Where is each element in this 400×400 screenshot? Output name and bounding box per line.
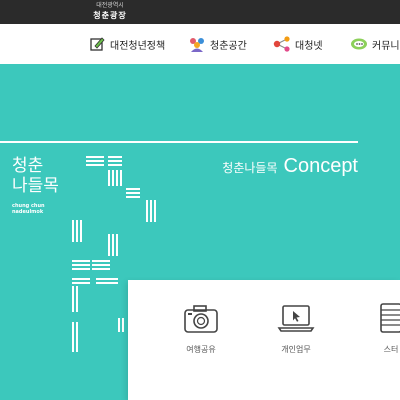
people-icon bbox=[188, 35, 206, 53]
service-personal-work[interactable]: 개인업무 bbox=[251, 298, 341, 355]
service-label: 스터 bbox=[383, 345, 399, 354]
hero-title-line2: 나들목 bbox=[12, 176, 59, 196]
network-icon bbox=[273, 35, 291, 53]
service-study[interactable]: 스터 bbox=[346, 298, 400, 355]
hero-romanized-line2: nadeulmok bbox=[12, 209, 44, 215]
nav-item-policy[interactable]: 대전청년정책 bbox=[88, 35, 165, 53]
laptop-icon bbox=[276, 298, 316, 338]
service-label: 여행공유 bbox=[186, 345, 216, 354]
logo-subtitle: 대전광역시 bbox=[96, 2, 124, 9]
services-panel: 여행공유 개인업무 스터 bbox=[128, 280, 400, 400]
hero-divider bbox=[0, 141, 358, 143]
concept-heading-ko: 청춘나들목 bbox=[222, 161, 278, 175]
top-bar: 대전광역시 청춘광장 bbox=[0, 0, 400, 24]
nav-item-network[interactable]: 대청넷 bbox=[273, 35, 323, 53]
hero-romanized: chung chun nadeulmok bbox=[12, 203, 45, 215]
hero-title: 청춘 나들목 bbox=[12, 156, 59, 196]
nav-item-community[interactable]: 커뮤니 bbox=[350, 35, 400, 53]
service-travel-share[interactable]: 여행공유 bbox=[156, 298, 246, 355]
nav-item-label: 커뮤니 bbox=[372, 40, 400, 52]
nav-item-label: 청춘공간 bbox=[210, 40, 247, 52]
concept-heading-en: Concept bbox=[283, 155, 359, 177]
concept-heading: 청춘나들목 Concept bbox=[222, 155, 358, 178]
service-label: 개인업무 bbox=[281, 345, 311, 354]
books-icon bbox=[371, 298, 400, 338]
chat-icon bbox=[350, 35, 368, 53]
hero-title-line1: 청춘 bbox=[12, 156, 44, 176]
nav-item-label: 대전청년정책 bbox=[110, 40, 166, 52]
site-logo[interactable]: 대전광역시 청춘광장 bbox=[60, 1, 160, 21]
nav-item-label: 대청넷 bbox=[295, 40, 323, 52]
nav-item-space[interactable]: 청춘공간 bbox=[188, 35, 247, 53]
main-nav: 대전청년정책 청춘공간 대청넷 커뮤니 bbox=[0, 24, 400, 64]
policy-icon bbox=[88, 35, 106, 53]
logo-title: 청춘광장 bbox=[93, 11, 127, 20]
camera-icon bbox=[181, 298, 221, 338]
